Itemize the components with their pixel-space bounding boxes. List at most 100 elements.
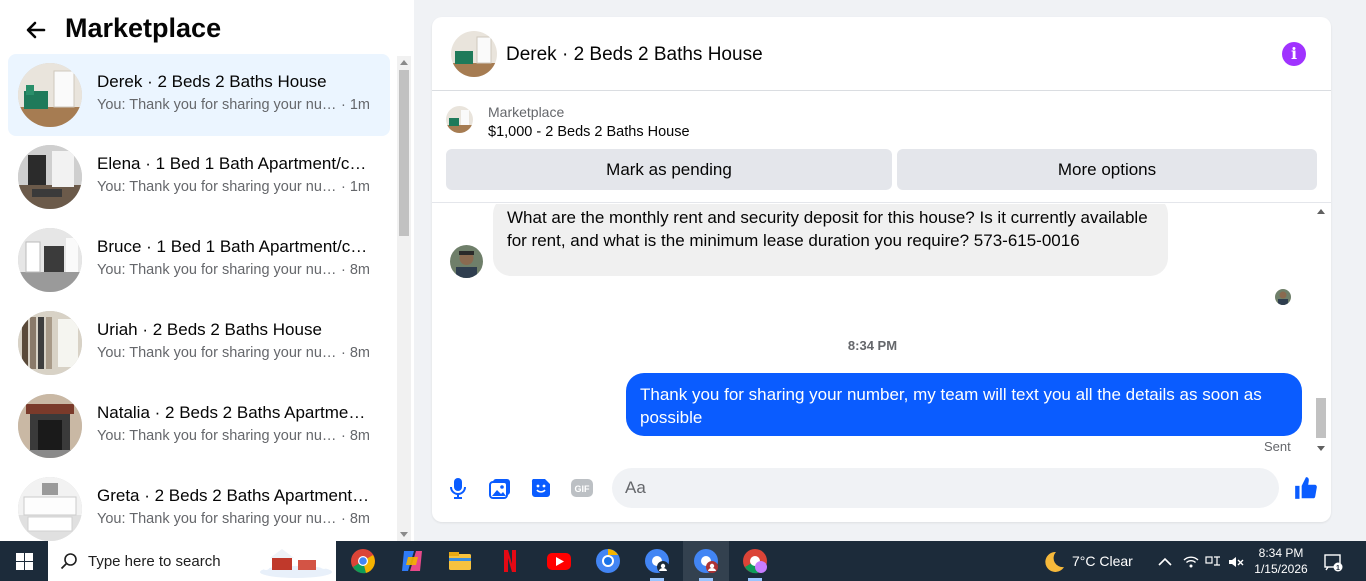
taskbar-search-box[interactable]: Type here to search — [48, 541, 336, 581]
listing-banner: Marketplace $1,000 - 2 Beds 2 Baths Hous… — [432, 91, 1331, 203]
sticker-icon[interactable] — [529, 476, 553, 500]
gif-icon[interactable]: GIF — [570, 476, 594, 500]
info-icon[interactable]: i — [1282, 42, 1306, 66]
microphone-icon[interactable] — [446, 476, 470, 500]
sidebar-header: Marketplace — [0, 0, 414, 56]
message-input[interactable] — [625, 476, 1225, 500]
listing-thumbnail[interactable] — [446, 106, 473, 133]
scroll-down-arrow-icon[interactable] — [1317, 446, 1325, 451]
conversation-item-uriah[interactable]: Uriah · 2 Beds 2 Baths House You: Thank … — [8, 302, 390, 385]
chrome-profile-icon[interactable] — [741, 547, 769, 575]
conversation-title: Greta · 2 Beds 2 Baths Apartment/condo — [97, 486, 372, 505]
chat-scrollbar[interactable] — [1313, 204, 1329, 454]
listing-source-label: Marketplace — [488, 104, 565, 120]
conversation-snippet: You: Thank you for sharing your number, … — [97, 428, 370, 444]
listing-price[interactable]: $1,000 - 2 Beds 2 Baths House — [488, 124, 690, 140]
conversation-snippet: You: Thank you for sharing your number, … — [97, 179, 370, 195]
listing-thumbnail — [18, 311, 82, 375]
listing-thumbnail — [18, 228, 82, 292]
weather-text[interactable]: 7°C Clear — [1072, 553, 1133, 569]
wifi-icon[interactable] — [1182, 553, 1200, 571]
scroll-up-arrow-icon[interactable] — [1317, 209, 1325, 214]
windows-start-icon[interactable] — [16, 553, 33, 570]
mark-as-pending-button[interactable]: Mark as pending — [446, 149, 892, 190]
conversation-item-greta[interactable]: Greta · 2 Beds 2 Baths Apartment/condo Y… — [8, 468, 390, 541]
listing-thumbnail — [18, 145, 82, 209]
chrome-profile-icon[interactable] — [594, 547, 622, 575]
snippet-text: You: Thank you for sharing your number, … — [97, 345, 341, 361]
more-options-button[interactable]: More options — [897, 149, 1317, 190]
message-composer: GIF — [432, 463, 1331, 515]
conversation-list: Derek · 2 Beds 2 Baths House You: Thank … — [8, 54, 390, 541]
language-input-icon[interactable] — [1204, 553, 1222, 571]
snippet-text: You: Thank you for sharing your number, … — [97, 428, 341, 444]
system-clock[interactable]: 8:34 PM 1/15/2026 — [1249, 545, 1313, 577]
netflix-icon[interactable] — [496, 547, 524, 575]
chat-avatar[interactable] — [451, 31, 497, 77]
message-timestamp: 8:34 PM — [847, 338, 898, 353]
conversation-item-natalia[interactable]: Natalia · 2 Beds 2 Baths Apartment/condo… — [8, 385, 390, 468]
conversation-snippet: You: Thank you for sharing your number, … — [97, 262, 370, 278]
clock-date: 1/15/2026 — [1254, 562, 1308, 576]
back-arrow-icon[interactable] — [24, 18, 48, 42]
listing-thumbnail — [18, 477, 82, 541]
conversation-snippet: You: Thank you for sharing your number, … — [97, 345, 370, 361]
copilot-icon[interactable] — [398, 547, 426, 575]
chrome-profile-icon[interactable] — [643, 547, 671, 575]
chevron-up-icon[interactable] — [1156, 553, 1174, 571]
scroll-down-arrow-icon[interactable] — [400, 532, 408, 537]
clock-time: 8:34 PM — [1258, 546, 1304, 560]
notification-count: 1 — [1336, 565, 1340, 572]
file-explorer-icon[interactable] — [446, 547, 474, 575]
search-placeholder: Type here to search — [88, 553, 221, 570]
svg-text:GIF: GIF — [575, 484, 591, 494]
conversation-sidebar: Marketplace Derek · 2 Beds 2 Baths House… — [0, 0, 414, 541]
conversation-time: · 8m — [341, 262, 370, 278]
conversation-snippet: You: Thank you for sharing your number, … — [97, 97, 370, 113]
conversation-title: Bruce · 1 Bed 1 Bath Apartment/condo — [97, 237, 372, 256]
snippet-text: You: Thank you for sharing your number, … — [97, 97, 341, 113]
scroll-up-arrow-icon[interactable] — [400, 60, 408, 65]
speaker-muted-icon[interactable] — [1227, 553, 1245, 571]
conversation-title: Uriah · 2 Beds 2 Baths House — [97, 320, 322, 339]
snippet-text: You: Thank you for sharing your number, … — [97, 179, 341, 195]
outgoing-message[interactable]: Thank you for sharing your number, my te… — [626, 373, 1302, 436]
sidebar-scrollbar[interactable] — [397, 56, 411, 541]
notification-center-icon[interactable]: 1 — [1323, 552, 1343, 572]
read-receipt-avatar — [1275, 289, 1291, 305]
conversation-title: Natalia · 2 Beds 2 Baths Apartment/condo — [97, 403, 372, 422]
moon-weather-icon[interactable] — [1040, 550, 1066, 574]
search-icon — [60, 553, 77, 570]
thumbs-up-icon[interactable] — [1293, 475, 1319, 501]
scrollbar-thumb[interactable] — [1316, 398, 1326, 438]
conversation-title: Elena · 1 Bed 1 Bath Apartment/condo — [97, 154, 372, 173]
listing-thumbnail — [18, 63, 82, 127]
snippet-text: You: Thank you for sharing your number, … — [97, 262, 341, 278]
photo-gallery-icon[interactable] — [488, 476, 512, 500]
chat-header: Derek · 2 Beds 2 Baths House i — [432, 17, 1331, 91]
chat-title[interactable]: Derek · 2 Beds 2 Baths House — [506, 44, 763, 66]
conversation-item-elena[interactable]: Elena · 1 Bed 1 Bath Apartment/condo You… — [8, 136, 390, 219]
chat-panel: Derek · 2 Beds 2 Baths House i Marketpla… — [432, 17, 1331, 522]
conversation-time: · 8m — [341, 345, 370, 361]
conversation-item-derek[interactable]: Derek · 2 Beds 2 Baths House You: Thank … — [8, 54, 390, 136]
conversation-time: · 8m — [341, 511, 370, 527]
conversation-item-bruce[interactable]: Bruce · 1 Bed 1 Bath Apartment/condo You… — [8, 219, 390, 302]
conversation-time: · 1m — [341, 97, 370, 113]
scrollbar-thumb[interactable] — [399, 70, 409, 236]
conversation-time: · 8m — [341, 428, 370, 444]
chrome-profile-icon[interactable] — [692, 547, 720, 575]
conversation-title: Derek · 2 Beds 2 Baths House — [97, 72, 327, 91]
snippet-text: You: Thank you for sharing your number, … — [97, 511, 341, 527]
listing-thumbnail — [18, 394, 82, 458]
conversation-time: · 1m — [341, 179, 370, 195]
message-thread: What are the monthly rent and security d… — [432, 204, 1331, 456]
youtube-icon[interactable] — [545, 547, 573, 575]
chrome-icon[interactable] — [349, 547, 377, 575]
search-highlight-illustration — [260, 549, 332, 578]
sent-status: Sent — [1264, 439, 1291, 454]
message-input-container[interactable] — [612, 468, 1279, 508]
page-title: Marketplace — [65, 13, 222, 43]
sender-avatar[interactable] — [450, 245, 483, 278]
incoming-message[interactable]: What are the monthly rent and security d… — [493, 204, 1168, 276]
